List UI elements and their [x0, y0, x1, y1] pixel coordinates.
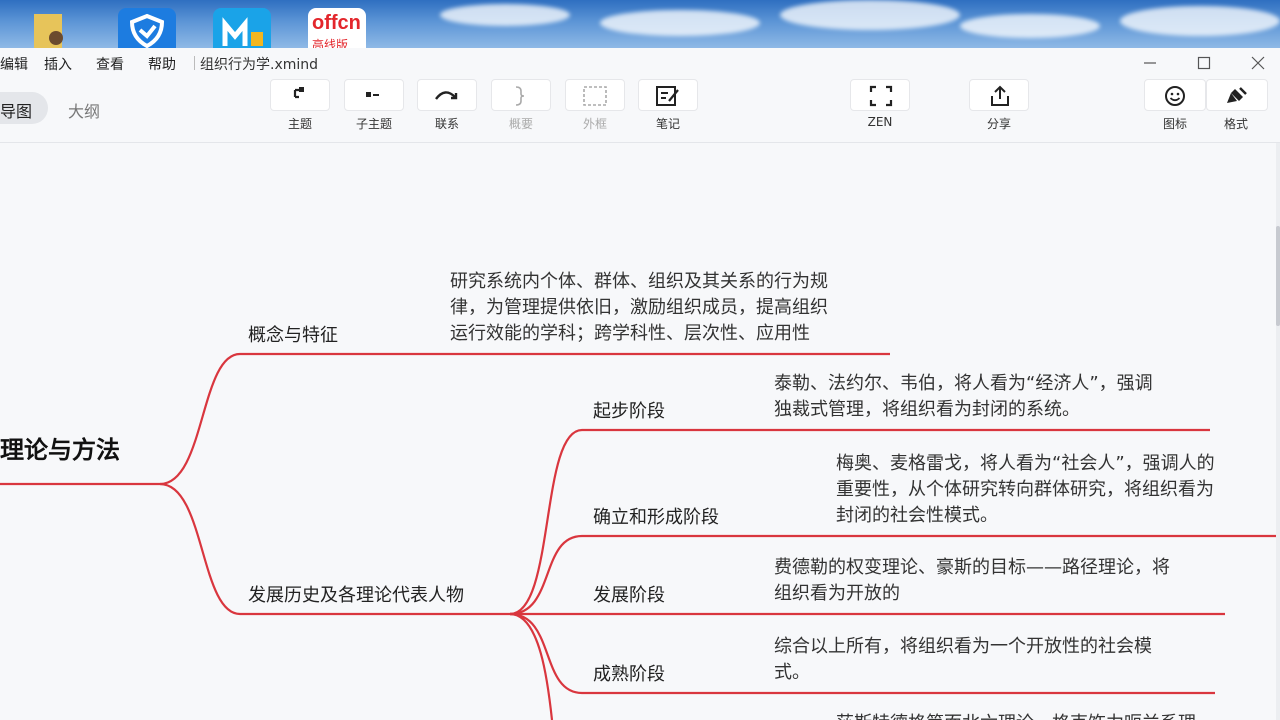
branch-concept-topic[interactable]: 概念与特征 [248, 321, 338, 347]
note-line: 重要性，从个体研究转向群体研究，将组织看为 [836, 479, 1214, 500]
cloud-shape [960, 14, 1100, 38]
topic-icon [293, 87, 304, 99]
brush-icon [1227, 87, 1247, 103]
cloud-shape [1120, 6, 1280, 36]
cloud-shape [440, 4, 570, 26]
note-line: 律，为管理提供依旧，激励组织成员，提高组织 [450, 297, 828, 318]
menu-separator [194, 56, 195, 70]
folder-user-icon[interactable] [30, 8, 70, 48]
note-line: 费德勒的权变理论、豪斯的目标——路径理论，将 [774, 557, 1170, 578]
zen-label: ZEN [867, 115, 893, 129]
note-label: 笔记 [655, 117, 680, 131]
note-pencil-icon [656, 86, 679, 106]
menu-edit[interactable]: 编辑 [0, 54, 28, 74]
share-icon [991, 85, 1009, 106]
tab-mindmap[interactable]: 导图 [0, 92, 48, 124]
partial-note: 莎斯特德格第而北六理论，格克饰力呃兰系理 [836, 711, 1196, 720]
note-line: 式。 [774, 662, 810, 683]
file-name: 组织行为学.xmind [200, 57, 319, 73]
close-icon [1251, 56, 1265, 70]
menu-insert[interactable]: 插入 [44, 54, 72, 74]
note-line: 运行效能的学科；跨学科性、层次性、应用性 [450, 323, 810, 344]
note-line: 梅奥、麦格雷戈，将人看为“社会人”，强调人的 [836, 453, 1215, 474]
note-line: 综合以上所有，将组织看为一个开放性的社会模 [774, 636, 1152, 657]
child-develop-note: 费德勒的权变理论、豪斯的目标——路径理论，将 组织看为开放的 [774, 555, 1170, 607]
offcn-sub-text: 高线版 [312, 38, 349, 48]
child-start-topic[interactable]: 起步阶段 [593, 397, 665, 423]
close-button[interactable] [1238, 50, 1278, 76]
subtopic-label: 子主题 [355, 117, 392, 131]
zen-fullscreen-icon [869, 85, 893, 107]
mindmap-canvas[interactable]: 理论与方法 概念与特征 研究系统内个体、群体、组织及其关系的行为规 律，为管理提… [0, 143, 1276, 720]
note-line: 组织看为开放的 [774, 583, 900, 604]
menu-view[interactable]: 查看 [96, 54, 124, 74]
child-establish-topic[interactable]: 确立和形成阶段 [593, 503, 719, 529]
security-app-icon[interactable] [118, 8, 176, 48]
child-develop-topic[interactable]: 发展阶段 [593, 581, 665, 607]
note-line: 封闭的社会性模式。 [836, 505, 998, 526]
branch-concept-note: 研究系统内个体、群体、组织及其关系的行为规 律，为管理提供依旧，激励组织成员，提… [450, 269, 828, 347]
maximize-button[interactable] [1184, 50, 1224, 76]
child-next-line [509, 612, 554, 720]
format-label: 格式 [1223, 117, 1248, 131]
note-line: 独裁式管理，将组织看为封闭的系统。 [774, 399, 1080, 420]
minimize-icon [1144, 62, 1156, 64]
subtopic-button[interactable] [344, 79, 404, 111]
boundary-icon [583, 86, 607, 106]
scrollbar-thumb[interactable] [1276, 226, 1280, 326]
tab-mindmap-label: 导图 [0, 102, 33, 121]
note-line: 泰勒、法约尔、韦伯，将人看为“经济人”，强调 [774, 373, 1153, 394]
branch-history-topic[interactable]: 发展历史及各理论代表人物 [248, 581, 464, 607]
child-mature-topic[interactable]: 成熟阶段 [593, 660, 665, 686]
messenger-app-icon[interactable] [213, 8, 271, 48]
app-window: 编辑 插入 查看 帮助 组织行为学.xmind 导图 大纲 主题 子主题 联系 [0, 48, 1280, 720]
cloud-shape [780, 0, 960, 30]
offcn-app-icon[interactable]: offcn 高线版 [308, 8, 366, 48]
tab-outline[interactable]: 大纲 [68, 98, 100, 122]
relationship-label: 联系 [434, 117, 459, 131]
title-bar: 编辑 插入 查看 帮助 组织行为学.xmind [0, 48, 1280, 78]
icon-panel-label: 图标 [1162, 117, 1187, 131]
relationship-icon [435, 91, 458, 100]
vertical-scrollbar[interactable] [1276, 143, 1280, 720]
boundary-button[interactable] [565, 79, 625, 111]
menu-help[interactable]: 帮助 [148, 54, 176, 74]
smiley-icon [1165, 86, 1185, 106]
note-button[interactable] [638, 79, 698, 111]
format-button[interactable] [1206, 79, 1268, 111]
share-button[interactable] [969, 79, 1029, 111]
offcn-logo-text: offcn [312, 12, 361, 34]
subtopic-icon [366, 92, 379, 97]
summary-label: 概要 [508, 117, 533, 131]
child-start-note: 泰勒、法约尔、韦伯，将人看为“经济人”，强调 独裁式管理，将组织看为封闭的系统。 [774, 371, 1153, 423]
child-establish-note: 梅奥、麦格雷戈，将人看为“社会人”，强调人的 重要性，从个体研究转向群体研究，将… [836, 451, 1215, 529]
topic-button[interactable] [270, 79, 330, 111]
zen-button[interactable] [850, 79, 910, 111]
summary-brace-icon [515, 86, 525, 106]
share-label: 分享 [986, 117, 1011, 131]
summary-button[interactable] [491, 79, 551, 111]
note-line: 研究系统内个体、群体、组织及其关系的行为规 [450, 271, 828, 292]
cloud-shape [600, 10, 760, 36]
topic-label: 主题 [287, 117, 312, 131]
desktop-background: offcn 高线版 [0, 0, 1280, 48]
maximize-icon [1197, 56, 1211, 70]
relationship-button[interactable] [417, 79, 477, 111]
icon-panel-button[interactable] [1144, 79, 1206, 111]
boundary-label: 外框 [582, 117, 607, 131]
child-mature-note: 综合以上所有，将组织看为一个开放性的社会模 式。 [774, 634, 1152, 686]
minimize-button[interactable] [1130, 50, 1170, 76]
central-topic[interactable]: 理论与方法 [0, 430, 120, 465]
